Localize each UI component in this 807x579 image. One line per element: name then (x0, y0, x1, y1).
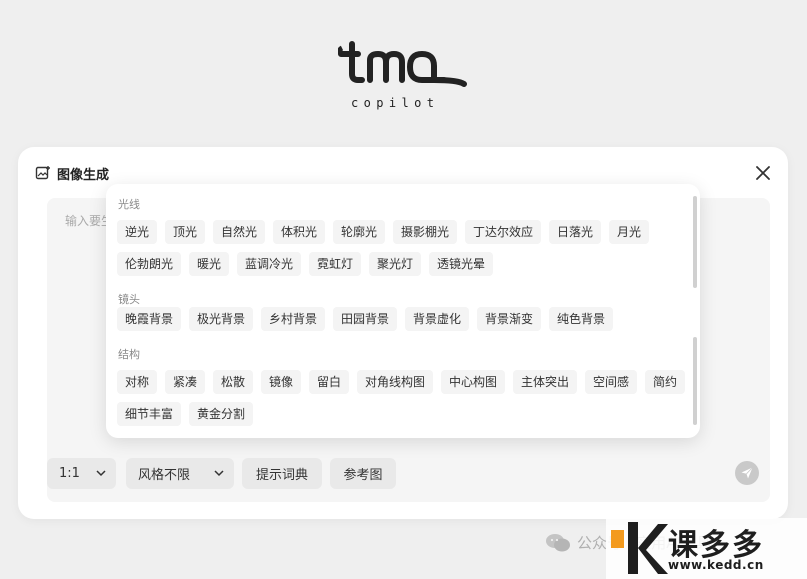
tag[interactable]: 镜像 (261, 370, 302, 394)
image-add-icon (35, 165, 51, 181)
tag[interactable]: 霓虹灯 (309, 252, 362, 276)
scrollbar-bottom[interactable] (693, 337, 697, 425)
section-title-composition: 结构 (118, 348, 140, 361)
tag[interactable]: 月光 (609, 220, 650, 244)
tag[interactable]: 简约 (645, 370, 686, 394)
tag[interactable]: 体积光 (273, 220, 326, 244)
tag[interactable]: 背景渐变 (477, 307, 542, 331)
tag[interactable]: 田园背景 (333, 307, 398, 331)
tag[interactable]: 松散 (213, 370, 254, 394)
tag[interactable]: 背景虚化 (405, 307, 470, 331)
tag[interactable]: 顶光 (165, 220, 206, 244)
tag[interactable]: 极光背景 (189, 307, 254, 331)
prompt-dictionary-button[interactable]: 提示词典 (242, 458, 322, 489)
bottom-toolbar: 1:1 风格不限 提示词典 参考图 (47, 458, 770, 490)
tag[interactable]: 紧凑 (165, 370, 206, 394)
tag[interactable]: 轮廓光 (333, 220, 386, 244)
tag[interactable]: 逆光 (117, 220, 158, 244)
tag[interactable]: 透镜光晕 (429, 252, 494, 276)
tag[interactable]: 自然光 (213, 220, 266, 244)
wechat-icon (546, 533, 570, 551)
tag[interactable]: 晚霞背景 (117, 307, 182, 331)
tag[interactable]: 摄影棚光 (393, 220, 458, 244)
style-select[interactable]: 风格不限 (126, 458, 234, 489)
prompt-dictionary-label: 提示词典 (255, 468, 308, 483)
style-value: 风格不限 (138, 468, 191, 483)
tag[interactable]: 聚光灯 (369, 252, 422, 276)
card-title: 图像生成 (57, 167, 110, 183)
tag[interactable]: 乡村背景 (261, 307, 326, 331)
brand-url: www.kedd.cn (668, 558, 764, 572)
tag[interactable]: 暖光 (189, 252, 230, 276)
tag[interactable]: 主体突出 (513, 370, 578, 394)
tag[interactable]: 伦勃朗光 (117, 252, 182, 276)
tag[interactable]: 丁达尔效应 (465, 220, 542, 244)
scrollbar-top[interactable] (693, 196, 697, 288)
tag[interactable]: 对角线构图 (357, 370, 434, 394)
close-icon (756, 166, 770, 180)
send-button[interactable] (735, 461, 759, 485)
tag[interactable]: 空间感 (585, 370, 638, 394)
card-header: 图像生成 (35, 164, 110, 183)
prompt-dictionary-popover: 光线 逆光 顶光 自然光 体积光 轮廓光 摄影棚光 丁达尔效应 日落光 月光 伦… (106, 184, 700, 438)
chevron-down-icon (96, 470, 106, 477)
tag[interactable]: 对称 (117, 370, 158, 394)
section-title-lighting: 光线 (118, 198, 140, 211)
section-title-lens: 镜头 (118, 293, 140, 306)
tag[interactable]: 中心构图 (441, 370, 506, 394)
chevron-down-icon (214, 470, 224, 477)
close-button[interactable] (754, 164, 772, 182)
logo-subtitle: copilot (351, 96, 440, 110)
reference-image-label: 参考图 (343, 468, 383, 483)
tag[interactable]: 黄金分割 (189, 402, 254, 426)
reference-image-button[interactable]: 参考图 (330, 458, 396, 489)
ratio-select[interactable]: 1:1 (47, 458, 116, 489)
tag[interactable]: 细节丰富 (117, 402, 182, 426)
tag[interactable]: 留白 (309, 370, 350, 394)
tag[interactable]: 日落光 (549, 220, 602, 244)
send-icon (741, 467, 753, 479)
ratio-value: 1:1 (59, 466, 80, 481)
tag[interactable]: 纯色背景 (549, 307, 614, 331)
tag[interactable]: 蓝调冷光 (237, 252, 302, 276)
